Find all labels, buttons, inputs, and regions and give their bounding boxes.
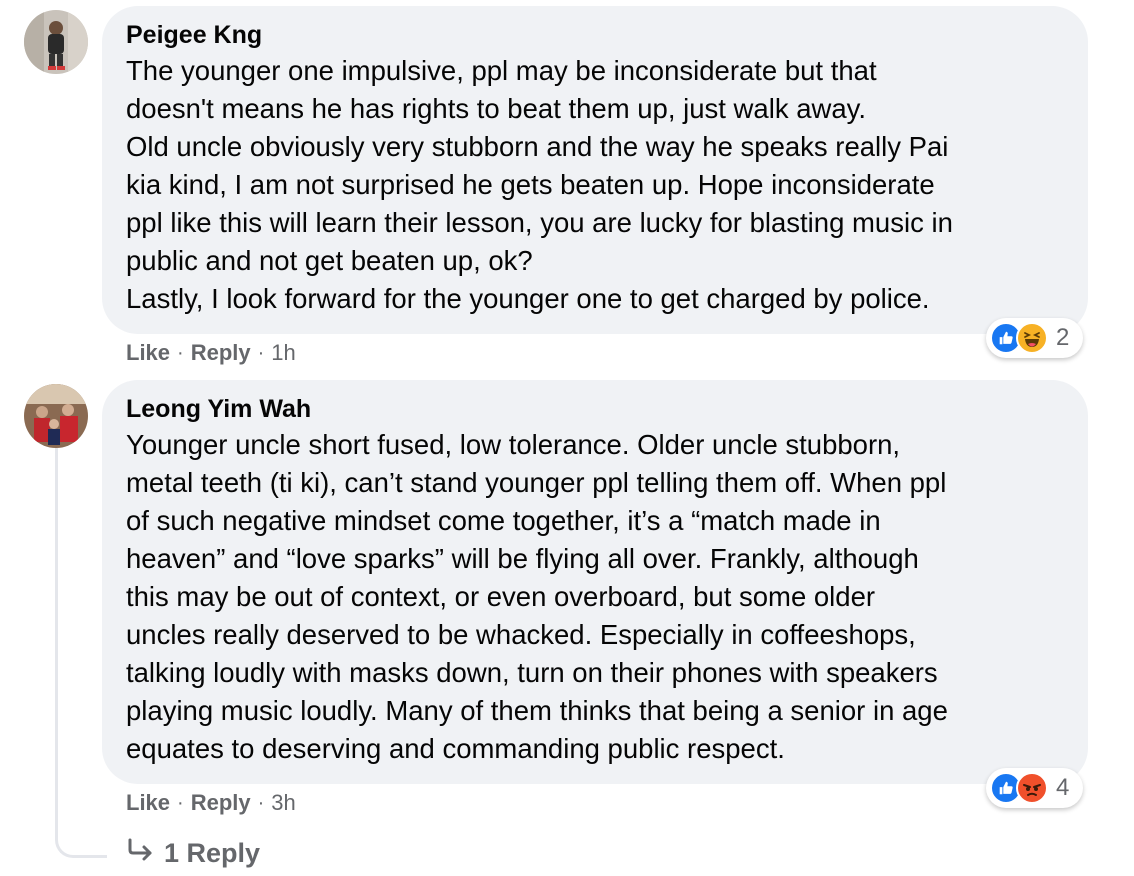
comment-actions: Like · Reply · 3h (126, 790, 296, 816)
view-replies-label: 1 Reply (164, 838, 261, 868)
reactions-summary[interactable]: 4 (986, 768, 1084, 808)
view-replies-link[interactable]: 1 Reply (126, 838, 260, 869)
reaction-count: 2 (1056, 324, 1070, 351)
separator-dot: · (177, 341, 184, 364)
like-button[interactable]: Like (126, 790, 170, 816)
timestamp[interactable]: 3h (271, 790, 295, 816)
angry-icon (1016, 772, 1048, 804)
comment-actions: Like · Reply · 1h (126, 340, 296, 366)
haha-icon (1016, 322, 1048, 354)
comment-text: Younger uncle short fused, low tolerance… (126, 429, 948, 764)
like-button[interactable]: Like (126, 340, 170, 366)
reply-arrow-icon (126, 838, 164, 869)
reactions-summary[interactable]: 2 (986, 318, 1084, 358)
reply-button[interactable]: Reply (191, 340, 251, 366)
comment-text: The younger one impulsive, ppl may be in… (126, 55, 953, 314)
comment-author[interactable]: Leong Yim Wah (126, 396, 1066, 422)
comment-bubble: Leong Yim Wah Younger uncle short fused,… (102, 380, 1088, 784)
comment-author[interactable]: Peigee Kng (126, 22, 1066, 48)
avatar-peigee-kng[interactable] (24, 10, 88, 74)
separator-dot: · (177, 791, 184, 814)
timestamp[interactable]: 1h (271, 340, 295, 366)
comment-bubble: Peigee Kng The younger one impulsive, pp… (102, 6, 1088, 334)
separator-dot: · (257, 791, 265, 814)
reply-thread-line (55, 448, 107, 858)
separator-dot: · (257, 341, 265, 364)
reply-button[interactable]: Reply (191, 790, 251, 816)
reaction-count: 4 (1056, 774, 1070, 801)
avatar-leong-yim-wah[interactable] (24, 384, 88, 448)
